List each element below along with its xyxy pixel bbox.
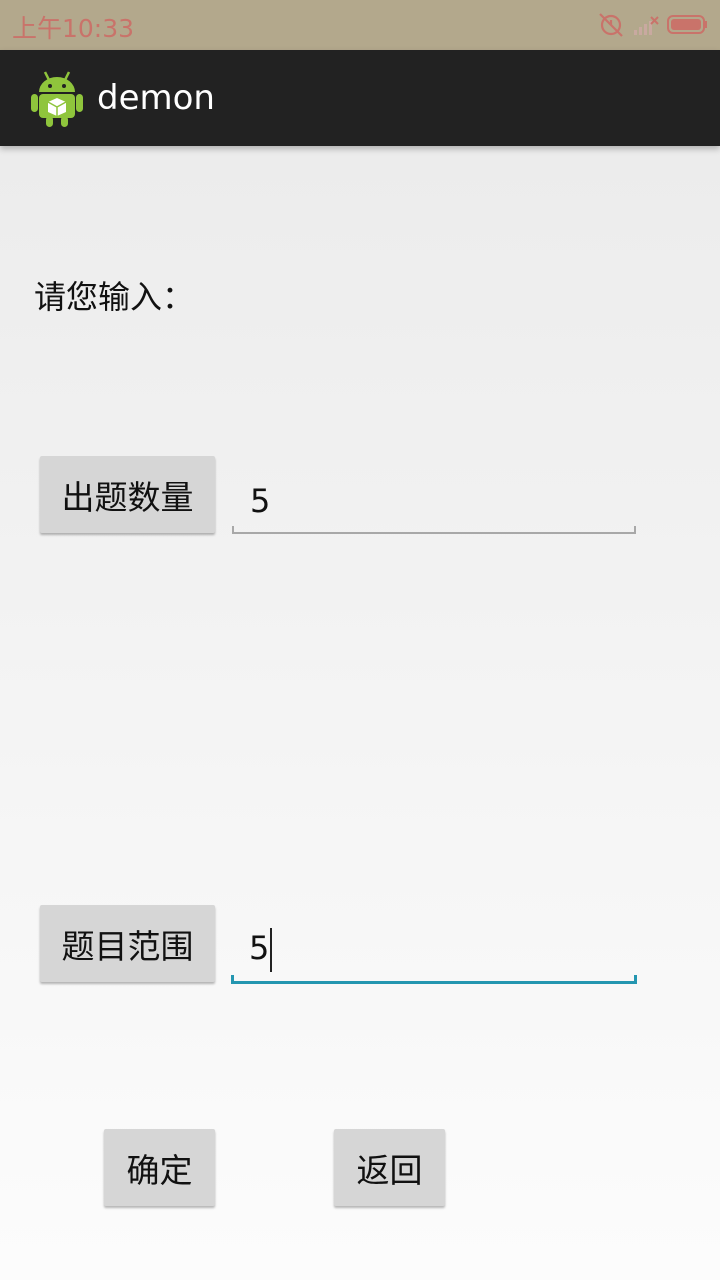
action-bar: demon [0,50,720,146]
back-button[interactable]: 返回 [334,1129,445,1206]
question-range-input[interactable]: 5 [231,928,637,984]
question-count-value: 5 [250,482,271,520]
status-icons [598,12,710,38]
question-count-input[interactable]: 5 [232,482,636,534]
battery-icon [667,15,707,34]
alarm-off-icon [599,13,623,37]
question-range-value-wrap: 5 [249,928,273,972]
prompt-label: 请您输入： [34,278,195,316]
confirm-button[interactable]: 确定 [104,1129,215,1206]
input-underline [232,532,636,534]
question-count-button[interactable]: 出题数量 [40,456,215,533]
android-icon[interactable] [30,68,84,128]
input-underline [231,981,637,984]
app-title: demon [97,78,215,118]
question-range-button[interactable]: 题目范围 [40,905,215,982]
question-range-value: 5 [249,929,270,967]
text-cursor [270,928,273,972]
status-time: 上午10:33 [12,14,135,43]
status-bar: 上午10:33 [0,0,720,50]
signal-icon [634,16,659,35]
